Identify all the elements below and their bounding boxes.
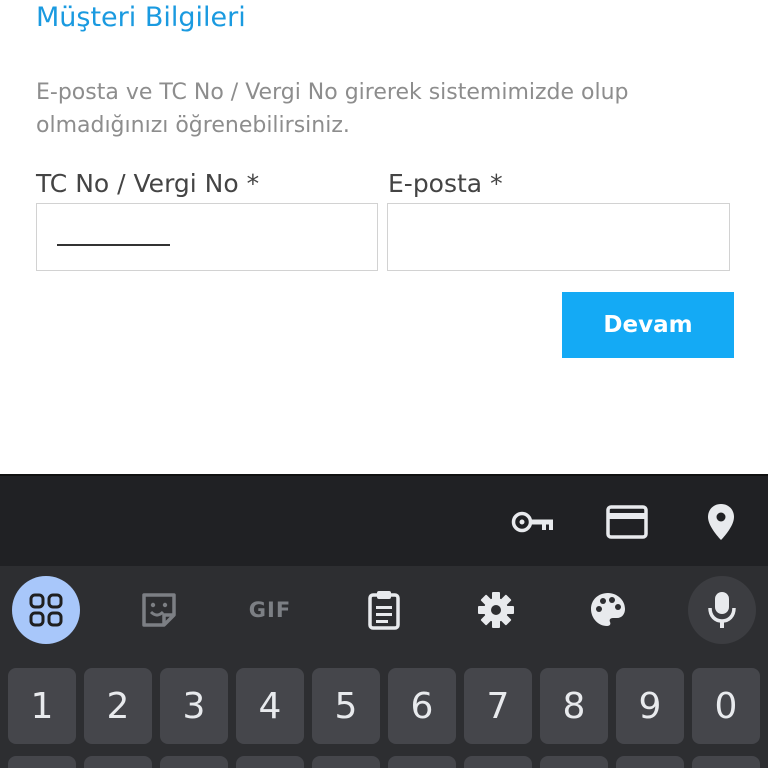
keyboard-keys: 1 2 3 4 5 6 7 8 9 0 [0, 658, 768, 768]
symbol-key[interactable] [312, 756, 380, 768]
email-input[interactable] [387, 203, 730, 271]
symbol-key[interactable] [692, 756, 760, 768]
email-label: E-posta * [388, 169, 503, 198]
location-pin-icon[interactable] [699, 502, 743, 542]
key-1[interactable]: 1 [8, 668, 76, 744]
gear-icon[interactable] [472, 586, 520, 634]
tc-no-label: TC No / Vergi No * [36, 169, 260, 198]
keyboard-toolbar: GIF [0, 566, 768, 658]
input-mask-underline [57, 244, 170, 246]
customer-info-form: Müşteri Bilgileri E-posta ve TC No / Ver… [0, 0, 768, 474]
symbol-key[interactable] [84, 756, 152, 768]
symbol-key[interactable] [388, 756, 456, 768]
key-6[interactable]: 6 [388, 668, 456, 744]
key-9[interactable]: 9 [616, 668, 684, 744]
mic-icon[interactable] [688, 576, 756, 644]
key-2[interactable]: 2 [84, 668, 152, 744]
key-5[interactable]: 5 [312, 668, 380, 744]
key-4[interactable]: 4 [236, 668, 304, 744]
help-text: E-posta ve TC No / Vergi No girerek sist… [36, 80, 629, 138]
gif-button[interactable]: GIF [246, 586, 294, 634]
keyboard-autofill-bar [0, 474, 768, 566]
symbol-key[interactable] [8, 756, 76, 768]
tc-no-input[interactable] [36, 203, 378, 271]
key-icon[interactable] [511, 502, 555, 542]
apps-grid-icon[interactable] [12, 576, 80, 644]
key-7[interactable]: 7 [464, 668, 532, 744]
sticker-icon[interactable] [135, 586, 183, 634]
symbol-key[interactable] [464, 756, 532, 768]
key-0[interactable]: 0 [692, 668, 760, 744]
section-title: Müşteri Bilgileri [36, 2, 246, 33]
credit-card-icon[interactable] [605, 502, 649, 542]
symbol-key[interactable] [236, 756, 304, 768]
palette-icon[interactable] [584, 586, 632, 634]
continue-button[interactable]: Devam [562, 292, 734, 358]
key-8[interactable]: 8 [540, 668, 608, 744]
key-3[interactable]: 3 [160, 668, 228, 744]
clipboard-icon[interactable] [360, 586, 408, 634]
symbol-key[interactable] [616, 756, 684, 768]
symbol-key[interactable] [160, 756, 228, 768]
symbol-key[interactable] [540, 756, 608, 768]
